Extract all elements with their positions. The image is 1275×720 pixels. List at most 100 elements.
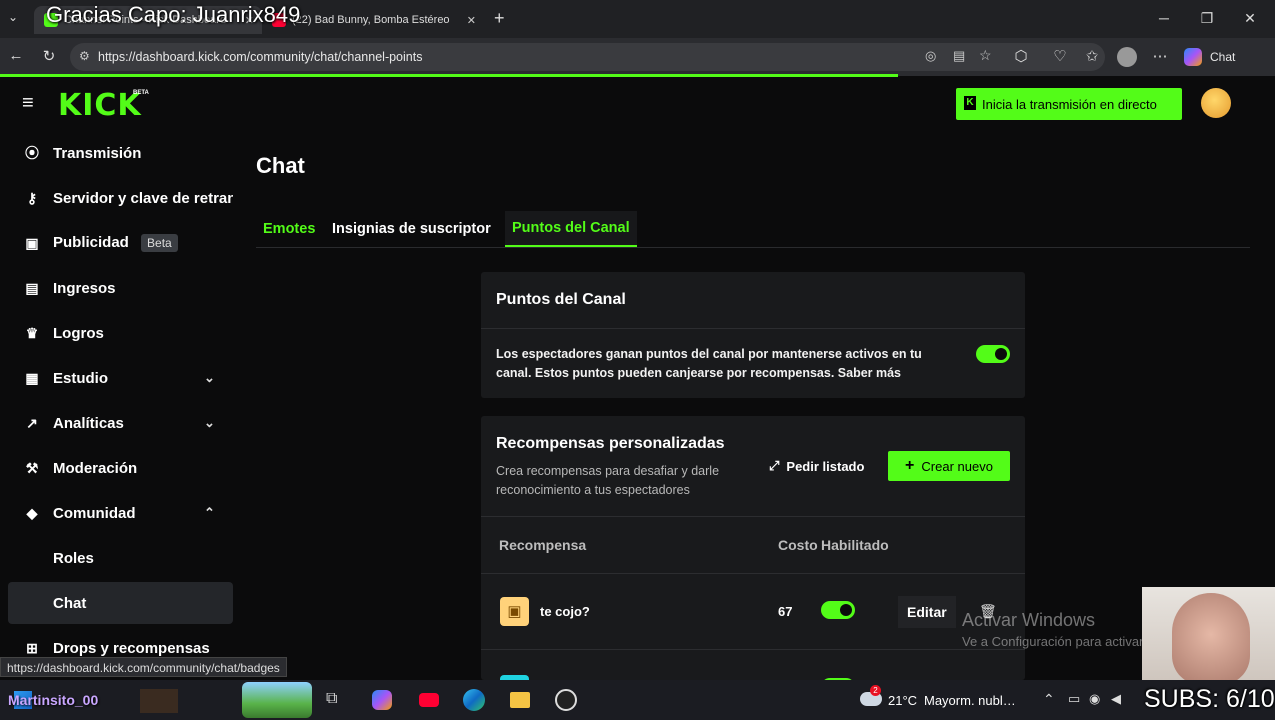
subs-counter: SUBS: 6/10 (1144, 685, 1275, 713)
browser-tab-label: (22) Bad Bunny, Bomba Estéreo (292, 14, 450, 26)
channel-points-card: Puntos del Canal Los espectadores ganan … (481, 272, 1025, 398)
site-info-icon[interactable]: ⚙ (79, 49, 90, 63)
column-header-enabled: Habilitado (821, 537, 889, 553)
edit-reward-button[interactable]: Editar (898, 596, 956, 628)
custom-rewards-subtitle: Crea recompensas para desafiar y darle r… (496, 464, 720, 497)
close-tab-icon[interactable]: ✕ (467, 14, 476, 27)
money-icon: ▤ (25, 279, 39, 296)
weather-notification-badge: 2 (870, 685, 881, 696)
more-options-icon[interactable]: ⋯ (1150, 47, 1170, 65)
channel-points-title: Puntos del Canal (496, 291, 626, 308)
taskbar-widget-landscape[interactable] (242, 682, 312, 718)
chevron-up-icon[interactable]: ⌃ (1043, 691, 1055, 708)
tracking-prevention-icon[interactable]: ◎ (925, 48, 936, 64)
favorite-star-icon[interactable]: ☆ (979, 47, 992, 64)
sidebar-item-label: Logros (53, 324, 104, 342)
back-icon[interactable]: ← (6, 47, 26, 64)
streamer-name-overlay: Martinsito_00 (8, 692, 99, 708)
minimize-icon[interactable]: ─ (1154, 10, 1174, 26)
weather-temperature[interactable]: 21°C (888, 693, 917, 708)
community-icon: ◆ (26, 504, 38, 521)
sidebar-item-publicidad[interactable]: ▣ Publicidad Beta (8, 222, 233, 264)
status-bar-link: https://dashboard.kick.com/community/cha… (0, 657, 287, 677)
sidebar-item-roles[interactable]: Roles (8, 537, 233, 579)
trophy-icon: ♛ (25, 324, 39, 341)
restore-icon[interactable]: ❐ (1197, 10, 1217, 27)
browser-tab-bar: ⌄ Channel Points - Kick Dashboard ✕ (22)… (0, 0, 1275, 38)
sidebar-item-label: Drops y recompensas (53, 639, 210, 657)
taskbar-app-thumbnail[interactable] (140, 689, 178, 713)
gift-icon: ⊞ (26, 639, 38, 656)
page-title: Chat (256, 153, 305, 178)
table-row (481, 652, 1025, 680)
tab-insignias[interactable]: Insignias de suscriptor (325, 211, 498, 247)
tab-divider (256, 247, 1250, 248)
webcam-overlay (1142, 587, 1275, 680)
sidebar-item-ingresos[interactable]: ▤ Ingresos (8, 267, 233, 309)
windows-activation-title: Activar Windows (962, 610, 1096, 630)
webcam-face (1172, 593, 1250, 680)
favorites-icon[interactable]: ✩ (1082, 47, 1102, 65)
task-view-icon[interactable]: ⧉ (326, 690, 337, 708)
logo-beta-tag: BETA (133, 90, 149, 96)
obs-taskbar-icon[interactable] (555, 689, 577, 711)
menu-icon[interactable]: ≡ (22, 92, 34, 115)
browser-toolbar: ← ↻ ⚙ https://dashboard.kick.com/communi… (0, 38, 1275, 76)
wifi-icon[interactable]: ◉ (1089, 691, 1100, 707)
sidebar-item-transmision[interactable]: ⦿ Transmisión (8, 132, 233, 174)
youtube-taskbar-icon[interactable] (419, 693, 439, 707)
profile-icon[interactable] (1117, 47, 1137, 67)
request-list-button[interactable]: ⤢ Pedir listado (761, 451, 872, 481)
card-divider (481, 516, 1025, 517)
sidebar-item-label: Servidor y clave de retransmisión (53, 189, 233, 207)
network-icon[interactable]: ▭ (1068, 691, 1080, 707)
sidebar: ⦿ Transmisión ⚷ Servidor y clave de retr… (0, 132, 240, 680)
sidebar-item-label: Moderación (53, 459, 138, 477)
sidebar-item-label: Transmisión (53, 144, 142, 162)
go-live-button[interactable]: K Inicia la transmisión en directo (956, 88, 1182, 120)
reward-name: te cojo? (540, 604, 590, 619)
url-text: https://dashboard.kick.com/community/cha… (98, 50, 423, 64)
sidebar-item-servidor[interactable]: ⚷ Servidor y clave de retransmisión (8, 177, 233, 219)
sidebar-item-label: Publicidad (53, 234, 129, 251)
column-header-cost: Costo (778, 537, 818, 553)
copilot-button[interactable]: Chat (1184, 47, 1235, 67)
chevron-down-icon: ⌄ (204, 415, 215, 430)
reward-enabled-toggle[interactable] (821, 601, 855, 619)
channel-points-toggle[interactable] (976, 345, 1010, 363)
request-list-label: Pedir listado (786, 458, 865, 474)
tab-emotes[interactable]: Emotes (256, 211, 322, 247)
key-icon: ⚷ (26, 189, 38, 206)
beta-badge: Beta (141, 234, 178, 252)
refresh-icon[interactable]: ↻ (39, 47, 59, 65)
taskbar: Martinsito_00 ⧉ 2 21°C Mayorm. nublado ⌃… (0, 680, 1275, 720)
sidebar-item-moderacion[interactable]: ⚒ Moderación (8, 447, 233, 489)
volume-icon[interactable]: ◀ (1111, 691, 1121, 707)
broadcast-icon: ⦿ (25, 145, 39, 161)
tab-list-chevron-icon[interactable]: ⌄ (8, 10, 18, 24)
sidebar-item-analiticas[interactable]: ↗ Analíticas ⌄ (8, 402, 233, 444)
tab-puntos-del-canal[interactable]: Puntos del Canal (505, 211, 637, 247)
file-explorer-icon[interactable] (510, 692, 530, 708)
copilot-icon (1184, 48, 1202, 66)
column-header-reward: Recompensa (499, 537, 587, 553)
sidebar-item-estudio[interactable]: ▦ Estudio ⌄ (8, 357, 233, 399)
ad-icon: ▣ (25, 234, 39, 251)
kick-logo[interactable]: KICK (58, 88, 142, 123)
card-divider (481, 328, 1025, 329)
weather-description[interactable]: Mayorm. nublado (924, 693, 1021, 708)
sidebar-item-label: Estudio (53, 369, 108, 387)
edge-taskbar-icon[interactable] (463, 689, 485, 711)
sidebar-item-comunidad[interactable]: ◆ Comunidad ⌃ (8, 492, 233, 534)
create-reward-button[interactable]: + Crear nuevo (888, 451, 1010, 481)
browser-essentials-icon[interactable]: ♡ (1050, 47, 1070, 65)
extensions-icon[interactable]: ⬡ (1011, 47, 1031, 65)
close-window-icon[interactable]: ✕ (1240, 10, 1260, 27)
copilot-taskbar-icon[interactable] (372, 690, 392, 710)
reading-mode-icon[interactable]: ▤ (953, 48, 965, 64)
avatar[interactable] (1201, 88, 1231, 118)
new-tab-icon[interactable]: + (494, 8, 505, 29)
sidebar-item-chat[interactable]: Chat (8, 582, 233, 624)
sidebar-item-logros[interactable]: ♛ Logros (8, 312, 233, 354)
address-bar[interactable]: ⚙ https://dashboard.kick.com/community/c… (70, 43, 1105, 71)
